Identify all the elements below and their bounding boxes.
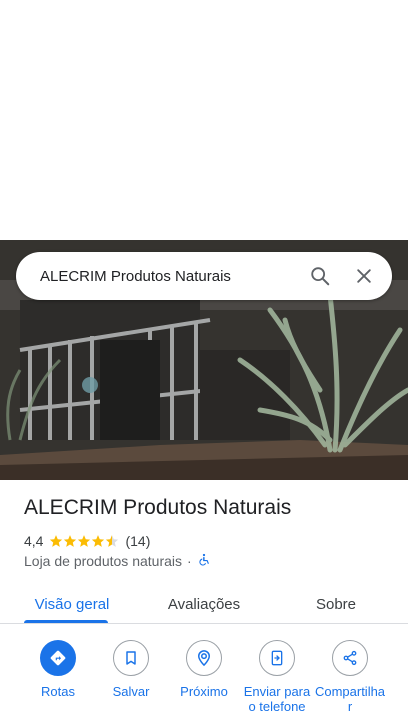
place-title: ALECRIM Produtos Naturais xyxy=(24,496,292,519)
search-box[interactable]: ALECRIM Produtos Naturais xyxy=(16,252,392,300)
wheelchair-icon xyxy=(197,553,211,570)
nearby-label: Próximo xyxy=(180,684,228,699)
save-label: Salvar xyxy=(112,684,150,699)
rating-row[interactable]: 4,4 (14) xyxy=(24,532,150,550)
search-icon[interactable] xyxy=(302,258,338,294)
half-star-icon xyxy=(106,535,119,547)
share-icon[interactable] xyxy=(332,640,368,676)
tab-about[interactable]: Sobre xyxy=(296,584,376,624)
star-icon xyxy=(78,535,91,547)
category-row: Loja de produtos naturais · xyxy=(24,552,211,570)
blank-area xyxy=(0,0,408,240)
review-count[interactable]: (14) xyxy=(125,533,150,549)
rating-stars xyxy=(49,534,119,548)
action-bar: Rotas Salvar Próximo Enviar para o telef… xyxy=(0,640,408,720)
directions-icon[interactable] xyxy=(40,640,76,676)
tab-reviews[interactable]: Avaliações xyxy=(152,584,256,624)
rating-value: 4,4 xyxy=(24,533,44,549)
save-button[interactable]: Salvar xyxy=(91,640,171,699)
place-tabs: Visão geral Avaliações Sobre xyxy=(0,584,408,624)
separator-dot: · xyxy=(187,553,192,569)
send-to-phone-icon[interactable] xyxy=(259,640,295,676)
share-button[interactable]: Compartilhar xyxy=(310,640,390,714)
directions-button[interactable]: Rotas xyxy=(18,640,98,699)
directions-label: Rotas xyxy=(41,684,75,699)
star-icon xyxy=(50,535,63,547)
star-icon xyxy=(64,535,77,547)
search-input[interactable]: ALECRIM Produtos Naturais xyxy=(40,268,294,285)
active-tab-indicator xyxy=(24,620,108,623)
star-icon xyxy=(92,535,105,547)
share-label: Compartilhar xyxy=(314,684,386,714)
send-to-phone-label: Enviar para o telefone xyxy=(243,684,311,714)
bookmark-icon[interactable] xyxy=(113,640,149,676)
nearby-icon[interactable] xyxy=(186,640,222,676)
tab-overview[interactable]: Visão geral xyxy=(24,584,120,624)
nearby-button[interactable]: Próximo xyxy=(164,640,244,699)
category-label: Loja de produtos naturais xyxy=(24,553,182,569)
close-icon[interactable] xyxy=(346,258,382,294)
send-to-phone-button[interactable]: Enviar para o telefone xyxy=(237,640,317,714)
